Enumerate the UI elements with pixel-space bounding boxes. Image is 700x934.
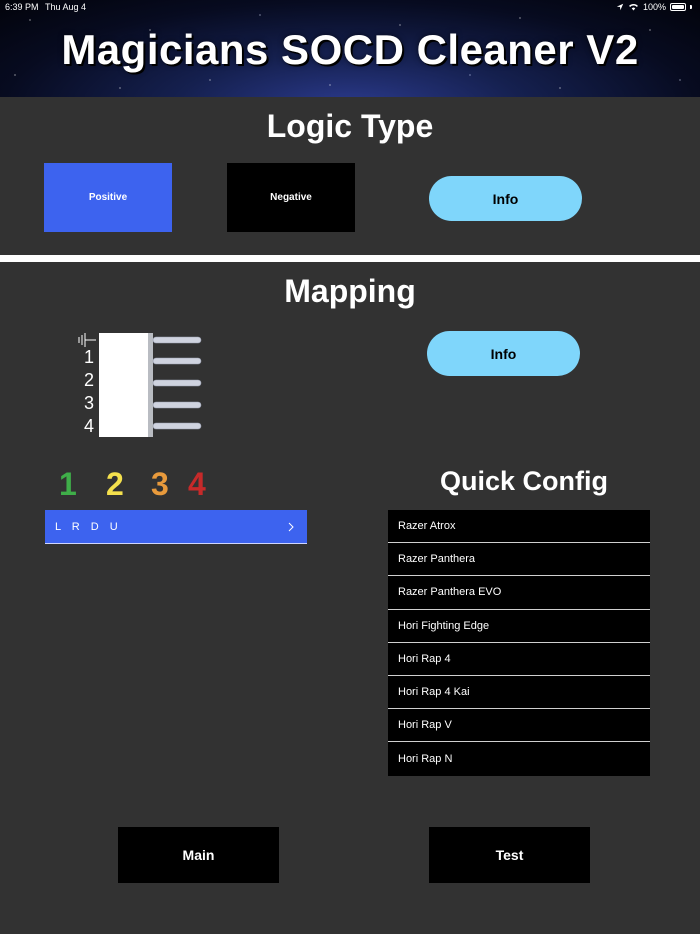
chevron-right-icon: [288, 522, 294, 531]
status-date: Thu Aug 4: [45, 2, 87, 12]
pin-color-4: 4: [188, 466, 206, 502]
logic-info-button[interactable]: Info: [429, 176, 582, 221]
pin-label-4: 4: [84, 416, 95, 436]
quick-config-item[interactable]: Razer Atrox: [388, 510, 650, 544]
quick-config-item[interactable]: Razer Panthera EVO: [388, 576, 650, 610]
status-indicators: 100%: [616, 0, 692, 14]
pin-label-3: 3: [84, 393, 95, 413]
status-time: 6:39 PM: [5, 2, 39, 12]
battery-percent: 100%: [642, 2, 666, 12]
mapping-order-value: L R D U: [55, 520, 122, 533]
positive-logic-button[interactable]: Positive: [44, 163, 172, 232]
ground-icon: [78, 333, 96, 347]
battery-tip: [690, 5, 692, 9]
test-button[interactable]: Test: [429, 827, 590, 883]
negative-logic-button[interactable]: Negative: [227, 163, 355, 232]
pin-label-1: 1: [84, 347, 95, 367]
pin-color-1: 1: [59, 466, 77, 502]
section-divider: [0, 255, 700, 262]
pin-color-2: 2: [106, 466, 124, 502]
mapping-order-selector[interactable]: L R D U: [45, 510, 307, 544]
quick-config-item[interactable]: Hori Rap N: [388, 742, 650, 776]
mapping-title: Mapping: [284, 273, 416, 309]
quick-config-item[interactable]: Hori Rap V: [388, 709, 650, 743]
header-banner: Magicians SOCD Cleaner V2: [0, 0, 700, 97]
quick-config-item[interactable]: Hori Fighting Edge: [388, 609, 650, 643]
main-button[interactable]: Main: [118, 827, 279, 883]
pin-label-2: 2: [84, 370, 95, 390]
mapping-info-button[interactable]: Info: [427, 331, 580, 376]
connector-diagram: [99, 333, 202, 437]
pin-color-3: 3: [151, 466, 169, 502]
quick-config-item[interactable]: Hori Rap 4: [388, 642, 650, 676]
logic-type-title: Logic Type: [266, 108, 434, 144]
wifi-icon: [629, 3, 638, 11]
quick-config-item[interactable]: Hori Rap 4 Kai: [388, 675, 650, 710]
battery-icon: [670, 3, 686, 11]
connector-pin-labels: 1 2 3 4: [84, 346, 94, 438]
status-bar: 6:39 PM Thu Aug 4 100%: [0, 0, 700, 14]
quick-config-title: Quick Config: [440, 466, 608, 496]
quick-config-list: Razer Atrox Razer Panthera Razer Panther…: [388, 510, 650, 776]
quick-config-item[interactable]: Razer Panthera: [388, 543, 650, 577]
location-arrow-icon: [616, 3, 624, 11]
app-title: Magicians SOCD Cleaner V2: [61, 26, 639, 73]
